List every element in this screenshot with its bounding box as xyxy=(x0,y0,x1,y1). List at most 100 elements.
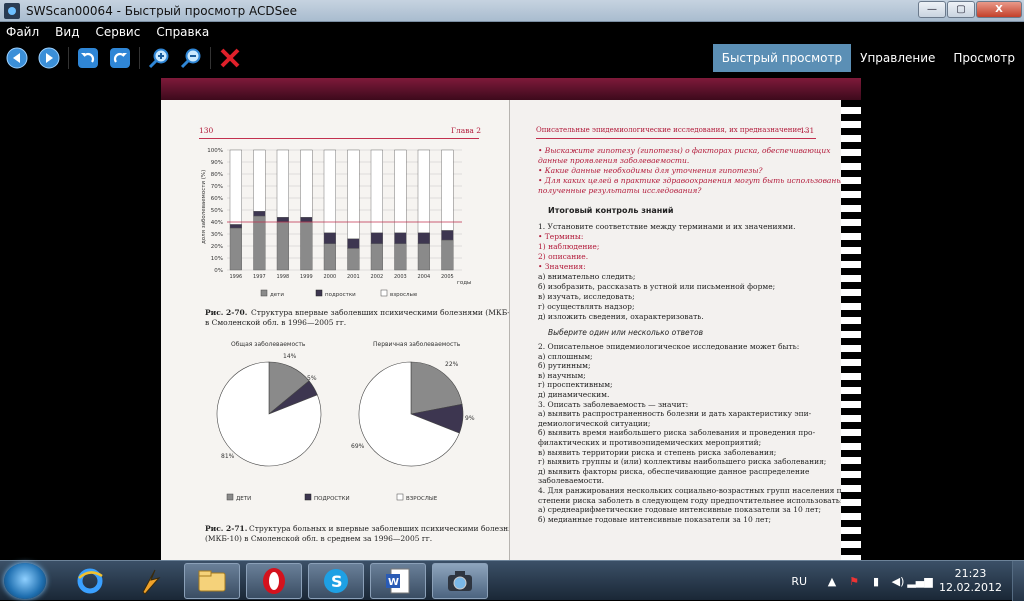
x-tick-label: 2001 xyxy=(347,274,360,280)
left-chapter: Глава 2 xyxy=(451,126,482,135)
right-intro-1: данные проявления заболеваемости. xyxy=(538,156,690,165)
forward-icon xyxy=(38,47,60,69)
show-desktop-button[interactable] xyxy=(1012,561,1024,601)
pie1-title: Общая заболеваемость xyxy=(231,341,306,348)
right-body2-line: г) выявить группы и (или) коллективы наи… xyxy=(538,457,827,467)
zoom-in-button[interactable] xyxy=(146,45,172,71)
volume-icon[interactable]: ◀) xyxy=(891,574,905,588)
legend-teens: подростки xyxy=(325,292,356,298)
show-hidden-icons-icon[interactable]: ▲ xyxy=(825,574,839,588)
bar-segment xyxy=(300,216,313,223)
tab-quick-view[interactable]: Быстрый просмотр xyxy=(712,44,852,72)
acdsee-app-icon xyxy=(4,2,20,19)
svg-text:S: S xyxy=(331,572,343,591)
x-tick-label: 2004 xyxy=(418,274,431,280)
back-button[interactable] xyxy=(4,45,30,71)
bar-segment xyxy=(323,243,336,271)
left-page-number: 130 xyxy=(199,126,214,135)
image-viewer[interactable]: 130 Глава 2 доля заболеваемости (%) 100%… xyxy=(0,74,1024,560)
right-body2-line: демиологической ситуации; xyxy=(538,418,651,428)
right-page: Описательные эпидемиологические исследов… xyxy=(509,100,846,560)
word-icon: W xyxy=(386,568,410,594)
menu-view[interactable]: Вид xyxy=(55,25,79,39)
right-body2-line: б) рутинным; xyxy=(538,361,591,371)
right-body2-line: а) среднеарифметические годовые интенсив… xyxy=(538,505,822,515)
bar-segment xyxy=(300,221,313,271)
pie2-title: Первичная заболеваемость xyxy=(373,341,461,348)
x-tick-label: 2005 xyxy=(441,274,454,280)
bar-segment xyxy=(441,239,454,271)
system-tray: RU ▲ ⚑ ▮ ◀) ▂▄▆ 21:23 12.02.2012 xyxy=(791,561,1024,601)
taskbar-winamp[interactable] xyxy=(122,563,178,599)
bar-segment xyxy=(417,232,430,244)
menu-service[interactable]: Сервис xyxy=(95,25,140,39)
bar-segment xyxy=(276,216,289,223)
maximize-button[interactable]: ▢ xyxy=(947,1,975,18)
rotate-left-button[interactable] xyxy=(75,45,101,71)
tab-view[interactable]: Просмотр xyxy=(944,44,1024,72)
taskbar: S W RU ▲ ⚑ ▮ ◀) ▂▄▆ 21:23 12.02.2012 xyxy=(0,560,1024,601)
menu-bar: Файл Вид Сервис Справка xyxy=(0,22,1024,42)
rotate-right-icon xyxy=(110,48,130,68)
y-tick-label: 90% xyxy=(211,160,223,166)
right-body-line: 1) наблюдение; xyxy=(538,242,600,251)
bar-segment xyxy=(370,243,383,271)
bar-segment xyxy=(323,232,336,244)
x-tick-label: 1999 xyxy=(300,274,313,280)
start-button[interactable] xyxy=(4,563,46,599)
caption1-text-b: в Смоленской обл. в 1996—2005 гг. xyxy=(205,318,347,327)
y-tick-label: 10% xyxy=(211,256,223,262)
bar-segment xyxy=(229,224,242,229)
y-tick-label: 80% xyxy=(211,172,223,178)
taskbar-opera[interactable] xyxy=(246,563,302,599)
close-button[interactable]: X xyxy=(976,1,1022,18)
tab-manage[interactable]: Управление xyxy=(851,44,944,72)
right-body-line: 1. Установите соответствие между термина… xyxy=(538,222,796,231)
bar-segment xyxy=(370,232,383,244)
language-indicator[interactable]: RU xyxy=(791,575,807,588)
menu-help[interactable]: Справка xyxy=(156,25,209,39)
taskbar-acdsee[interactable] xyxy=(432,563,488,599)
taskbar-skype[interactable]: S xyxy=(308,563,364,599)
skype-icon: S xyxy=(324,569,348,593)
right-body2-line: г) проспективным; xyxy=(538,380,613,390)
y-tick-label: 70% xyxy=(211,184,223,190)
taskbar-explorer[interactable] xyxy=(184,563,240,599)
scanned-image: 130 Глава 2 доля заболеваемости (%) 100%… xyxy=(161,78,861,560)
right-body2-line: а) сплошным; xyxy=(538,351,593,361)
taskbar-ie[interactable] xyxy=(62,563,118,599)
right-body2-line: б) выявить время наибольшего риска забол… xyxy=(538,428,816,438)
bar-segment xyxy=(347,238,360,249)
x-tick-label: 1996 xyxy=(230,274,243,280)
scan-top-band xyxy=(161,78,861,100)
pie1-label-0: 14% xyxy=(283,353,297,360)
bar-segment xyxy=(229,149,242,225)
taskbar-word[interactable]: W xyxy=(370,563,426,599)
left-page: 130 Глава 2 доля заболеваемости (%) 100%… xyxy=(161,100,524,560)
network-alert-icon[interactable]: ⚑ xyxy=(847,574,861,588)
x-tick-label: 1998 xyxy=(277,274,290,280)
bar-segment xyxy=(417,243,430,271)
y-tick-label: 20% xyxy=(211,244,223,250)
forward-button[interactable] xyxy=(36,45,62,71)
clock[interactable]: 21:23 12.02.2012 xyxy=(939,567,1002,595)
rotate-right-button[interactable] xyxy=(107,45,133,71)
caption1-label: Рис. 2-70. xyxy=(205,308,248,317)
winamp-icon xyxy=(142,569,161,595)
pie-legend-children: ДЕТИ xyxy=(236,496,251,502)
right-intro-0: • Выскажите гипотезу (гипотезы) о фактор… xyxy=(538,146,831,155)
device-icon[interactable]: ▮ xyxy=(869,574,883,588)
title-bar: SWScan00064 - Быстрый просмотр ACDSee — … xyxy=(0,0,1024,22)
right-body2-line: в) научным; xyxy=(538,370,586,380)
bar-segment xyxy=(276,149,289,218)
menu-file[interactable]: Файл xyxy=(6,25,39,39)
minimize-button[interactable]: — xyxy=(918,1,946,18)
delete-button[interactable] xyxy=(217,45,243,71)
signal-icon[interactable]: ▂▄▆ xyxy=(907,574,932,588)
zoom-out-button[interactable] xyxy=(178,45,204,71)
y-tick-label: 60% xyxy=(211,196,223,202)
right-body2-line: 4. Для ранжирования нескольких социально… xyxy=(538,486,847,495)
bar-segment xyxy=(347,149,360,240)
bar-segment xyxy=(370,149,383,234)
pie2-label-0: 22% xyxy=(445,361,459,368)
